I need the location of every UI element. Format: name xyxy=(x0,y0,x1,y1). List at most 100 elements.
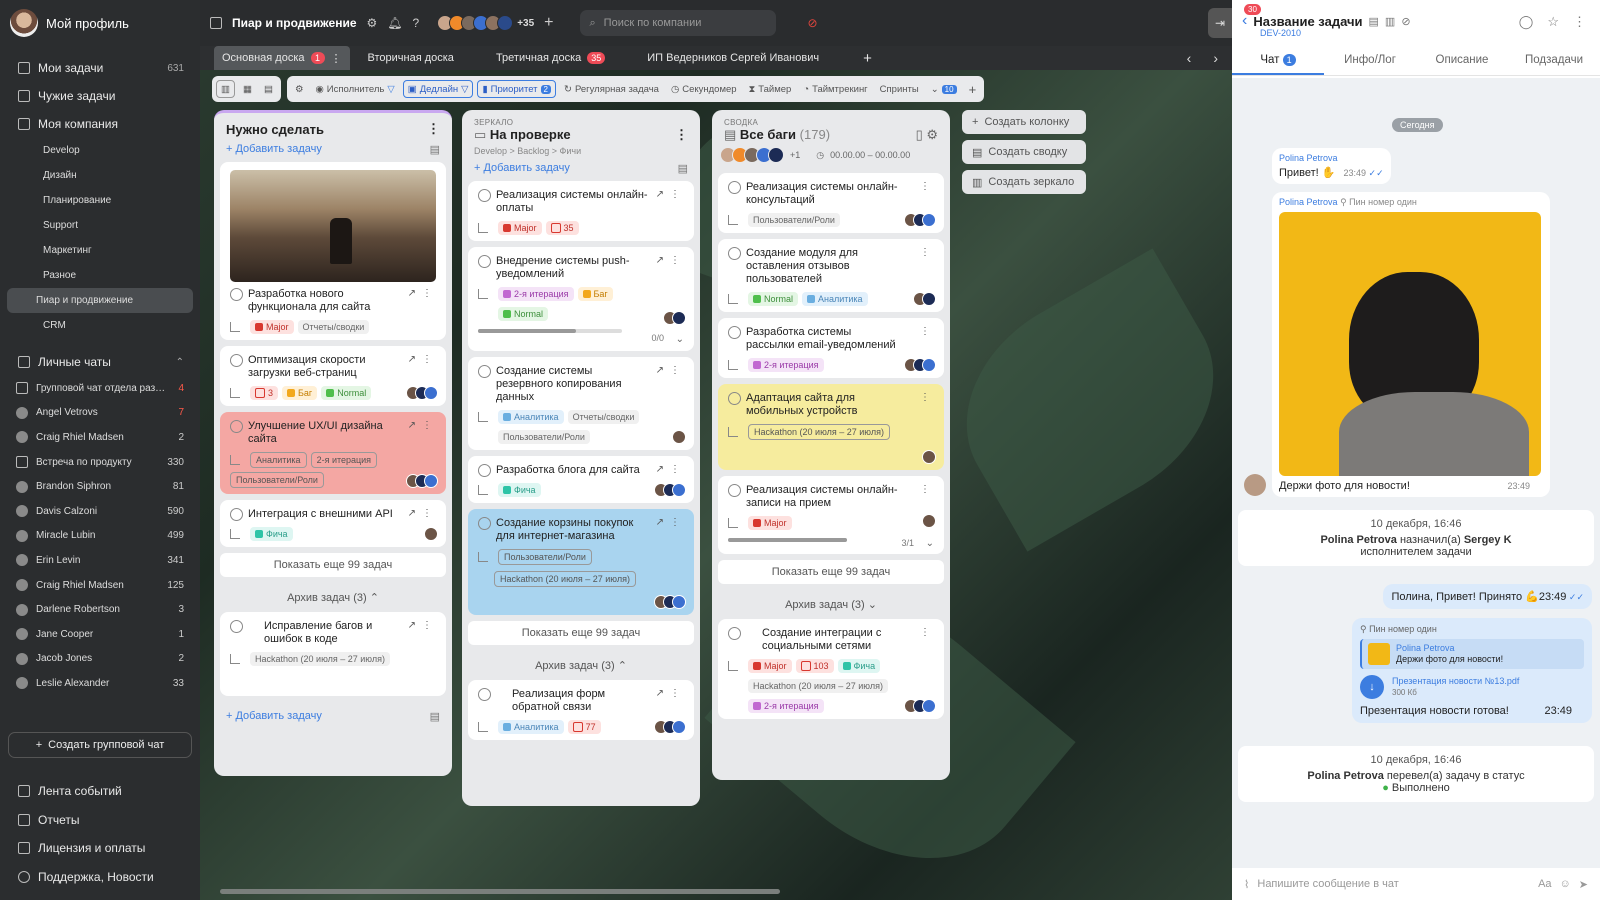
archived-task-card[interactable]: Создание интеграции с социальными сетями… xyxy=(718,619,944,719)
chat-item[interactable]: Miracle Lubin 499 xyxy=(0,524,200,549)
card-actions[interactable]: ↗⋮ xyxy=(656,688,686,699)
more-icon[interactable]: ⋮ xyxy=(331,52,342,65)
help-icon[interactable]: ? xyxy=(413,16,420,30)
calendar-view-icon[interactable]: ▦ xyxy=(239,80,256,98)
archive-icon[interactable]: ▤ xyxy=(430,143,440,156)
card-actions[interactable]: ⋮ xyxy=(920,181,936,192)
archive-toggle[interactable]: Архив задач (3) ⌃ xyxy=(462,651,700,680)
card-actions[interactable]: ⋮ xyxy=(920,247,936,258)
card-actions[interactable]: ↗⋮ xyxy=(656,464,686,475)
message-input[interactable]: ⌇ Напишите сообщение в чат Aa ☺ ➤ xyxy=(1232,868,1600,900)
card-actions[interactable]: ↗⋮ xyxy=(408,620,438,631)
task-code[interactable]: DEV-2010 xyxy=(1260,28,1301,38)
filter-timer[interactable]: ⧗ Таймер xyxy=(745,80,796,98)
chat-item[interactable]: Jane Cooper 1 xyxy=(0,622,200,647)
add-task-button[interactable]: + Добавить задачу ▤ xyxy=(462,160,700,181)
photo-attachment[interactable] xyxy=(1279,212,1541,476)
back-icon[interactable]: ‹ xyxy=(1242,12,1247,30)
table-view-icon[interactable]: ▤ xyxy=(260,80,277,98)
filter-stopwatch[interactable]: ◷ Секундомер xyxy=(667,80,741,98)
summary-avatars[interactable] xyxy=(720,147,784,163)
create-column-button[interactable]: + Создать колонку xyxy=(962,110,1086,134)
chat-item[interactable]: Brandon Siphron 81 xyxy=(0,474,200,499)
member-avatars[interactable]: +35 xyxy=(437,15,534,31)
more-icon[interactable]: ⋮ xyxy=(1573,14,1586,30)
task-card[interactable]: Реализация системы онлайн-консультаций ⋮… xyxy=(718,173,944,233)
create-group-chat-button[interactable]: + Создать групповой чат xyxy=(8,732,192,758)
tab-secondary-board[interactable]: Вторичная доска xyxy=(360,46,462,70)
file-attachment[interactable]: ↓ Презентация новости №13.pdf 300 Кб xyxy=(1360,675,1584,699)
document-icon[interactable]: ▯ xyxy=(916,127,923,142)
chat-item[interactable]: Darlene Robertson 3 xyxy=(0,597,200,622)
board-view-icon[interactable]: ▥ xyxy=(216,80,235,98)
chat-item[interactable]: Angel Vetrovs 7 xyxy=(0,401,200,426)
more-filters[interactable]: ⌄ 10 xyxy=(927,80,961,98)
card-actions[interactable]: ↗⋮ xyxy=(656,365,686,376)
gear-icon[interactable]: ⚙ xyxy=(367,16,378,30)
paperclip-icon[interactable]: ⌇ xyxy=(1244,878,1249,891)
task-card[interactable]: Интеграция с внешними API ↗⋮ Фича xyxy=(220,500,446,547)
nav-others-tasks[interactable]: Чужие задачи xyxy=(0,82,200,110)
task-card[interactable]: Реализация системы онлайн-записи на прие… xyxy=(718,476,944,554)
chevron-left-icon[interactable]: ‹ xyxy=(1187,50,1192,66)
gear-icon[interactable]: ⚙ xyxy=(926,127,938,142)
chat-item[interactable]: Craig Rhiel Madsen 2 xyxy=(0,425,200,450)
chat-item[interactable]: Erin Levin 341 xyxy=(0,548,200,573)
search-input[interactable]: ⌕ Поиск по компании xyxy=(579,10,776,36)
more-icon[interactable]: ⋮ xyxy=(675,127,688,143)
bell-icon[interactable]: 🔔︎ xyxy=(387,16,402,30)
sidebar-item-company[interactable]: Маркетинг xyxy=(7,238,193,263)
quoted-message[interactable]: Polina Petrova Держи фото для новости! xyxy=(1360,639,1584,669)
nav-event-feed[interactable]: Лента событий xyxy=(0,777,200,806)
breadcrumb[interactable]: Develop > Backlog > Фичи xyxy=(474,146,688,156)
tab-tertiary-board[interactable]: Третичная доска 35 xyxy=(488,46,613,70)
archive-toggle[interactable]: Архив задач (3) ⌄ xyxy=(712,590,950,619)
filter-deadline[interactable]: ▣ Дедлайн ▽ xyxy=(402,80,474,98)
format-icon[interactable]: Aa xyxy=(1538,878,1551,890)
task-card[interactable]: Внедрение системы push-уведомлений ↗⋮ 2-… xyxy=(468,247,694,351)
check-circle-icon[interactable]: ◯ xyxy=(1519,14,1534,30)
chat-item[interactable]: Craig Rhiel Madsen 125 xyxy=(0,573,200,598)
chevron-right-icon[interactable]: › xyxy=(1213,50,1218,66)
chat-item[interactable]: Jacob Jones 2 xyxy=(0,647,200,672)
create-mirror-button[interactable]: ▥ Создать зеркало xyxy=(962,170,1086,194)
tab-subtasks[interactable]: Подзадачи xyxy=(1508,48,1600,75)
sidebar-item-company[interactable]: CRM xyxy=(7,313,193,338)
create-summary-button[interactable]: ▤ Создать сводку xyxy=(962,140,1086,164)
send-icon[interactable]: ➤ xyxy=(1579,878,1588,891)
card-actions[interactable]: ↗⋮ xyxy=(656,517,686,528)
emoji-icon[interactable]: ☺ xyxy=(1560,878,1571,890)
add-filter-button[interactable]: + xyxy=(965,80,981,98)
card-actions[interactable]: ⋮ xyxy=(920,627,936,638)
task-card[interactable]: Создание модуля для оставления отзывов п… xyxy=(718,239,944,312)
chevron-down-icon[interactable]: ⌄ xyxy=(926,538,934,549)
task-card[interactable]: Разработка системы рассылки email-уведом… xyxy=(718,318,944,378)
archive-icon[interactable]: ▤ xyxy=(430,710,440,723)
profile[interactable]: Мой профиль xyxy=(0,0,200,46)
date-range[interactable]: 00.00.00 – 00.00.00 xyxy=(830,150,910,160)
sidebar-item-company[interactable]: Планирование xyxy=(7,188,193,213)
message-bubble[interactable]: Polina Petrova ⚲ Пин номер один Держи фо… xyxy=(1272,192,1550,497)
message-bubble[interactable]: Polina Petrova Привет! ✋ 23:49 ✓✓ xyxy=(1272,148,1391,184)
add-tab-button[interactable]: + xyxy=(855,46,880,70)
settings-icon[interactable]: ⚙ xyxy=(291,80,308,98)
sidebar-item-company[interactable]: Пиар и продвижение xyxy=(7,288,193,313)
card-actions[interactable]: ⋮ xyxy=(920,326,936,337)
task-header-icons[interactable]: ▤▥⊘ xyxy=(1369,15,1417,28)
tab-description[interactable]: Описание xyxy=(1416,48,1508,75)
chat-item[interactable]: Групповой чат отдела разра... 4 xyxy=(0,376,200,401)
task-card[interactable]: Реализация системы онлайн-оплаты ↗⋮ Majo… xyxy=(468,181,694,241)
sidebar-toggle-icon[interactable] xyxy=(210,17,222,29)
more-icon[interactable]: ⋮ xyxy=(427,121,440,137)
star-icon[interactable]: ☆ xyxy=(1547,14,1559,30)
archived-task-card[interactable]: Реализация форм обратной связи ↗⋮ Аналит… xyxy=(468,680,694,740)
sidebar-item-company[interactable]: Support xyxy=(7,213,193,238)
task-card[interactable]: Создание корзины покупок для интернет-ма… xyxy=(468,509,694,615)
card-actions[interactable]: ↗⋮ xyxy=(408,354,438,365)
plus-icon[interactable]: + xyxy=(544,14,553,32)
show-more-button[interactable]: Показать еще 99 задач xyxy=(718,560,944,584)
horizontal-scrollbar[interactable] xyxy=(220,889,780,894)
add-task-button[interactable]: + Добавить задачу ▤ xyxy=(214,141,452,162)
personal-chats-header[interactable]: Личные чаты ⌃ xyxy=(0,348,200,376)
download-icon[interactable]: ↓ xyxy=(1360,675,1384,699)
